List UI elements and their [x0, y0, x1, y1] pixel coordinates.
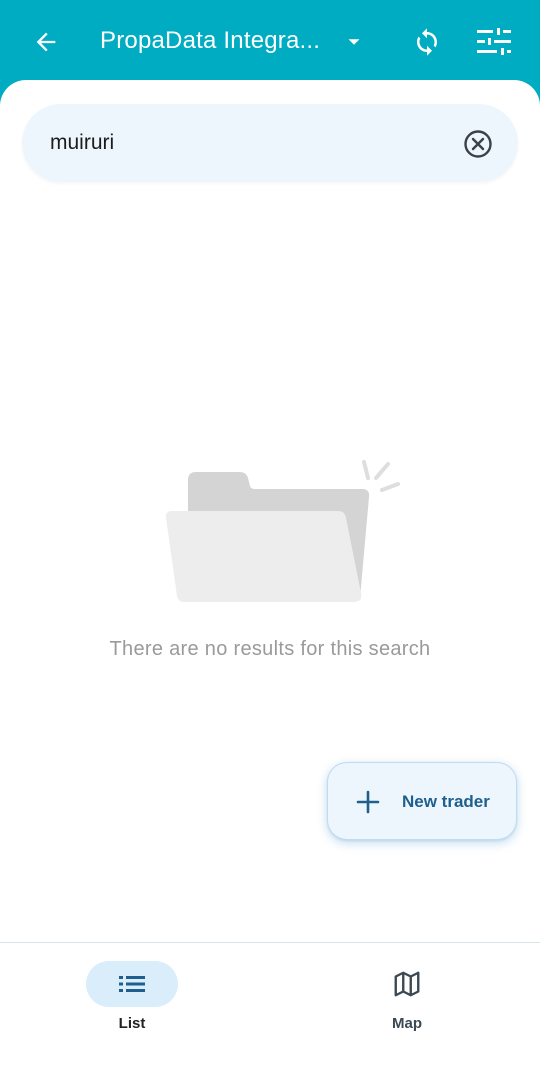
- clear-circle-icon: [464, 130, 492, 158]
- list-icon: [119, 976, 145, 992]
- nav-label-list: List: [118, 1015, 146, 1032]
- filter-list-icon: [477, 28, 511, 55]
- search-input[interactable]: [50, 126, 450, 160]
- page-title[interactable]: PropaData Integra...: [100, 27, 332, 55]
- sync-button[interactable]: [406, 22, 448, 62]
- new-trader-label: New trader: [402, 792, 490, 811]
- nav-item-list[interactable]: List: [0, 943, 270, 1066]
- nav-label-map: Map: [392, 1015, 422, 1032]
- search-bar[interactable]: [22, 104, 518, 182]
- nav-item-map[interactable]: Map: [270, 943, 540, 1066]
- clear-search-button[interactable]: [462, 128, 494, 160]
- plus-icon: [356, 790, 380, 814]
- filter-button[interactable]: [472, 22, 516, 62]
- map-icon: [394, 971, 420, 997]
- map-icon-wrap: [392, 969, 422, 999]
- app-bar: PropaData Integra...: [0, 0, 540, 90]
- bottom-navigation: List Map: [0, 942, 540, 1066]
- empty-folder-icon: [160, 456, 410, 606]
- arrow-left-icon: [36, 32, 56, 52]
- empty-state-message: There are no results for this search: [109, 638, 431, 660]
- nav-active-indicator: [86, 961, 178, 1007]
- content-sheet: There are no results for this search New…: [0, 80, 540, 1066]
- title-dropdown-button[interactable]: [340, 28, 368, 56]
- sync-icon: [417, 28, 437, 56]
- new-trader-button[interactable]: New trader: [327, 762, 517, 840]
- caret-down-icon: [348, 39, 360, 45]
- back-button[interactable]: [26, 22, 66, 62]
